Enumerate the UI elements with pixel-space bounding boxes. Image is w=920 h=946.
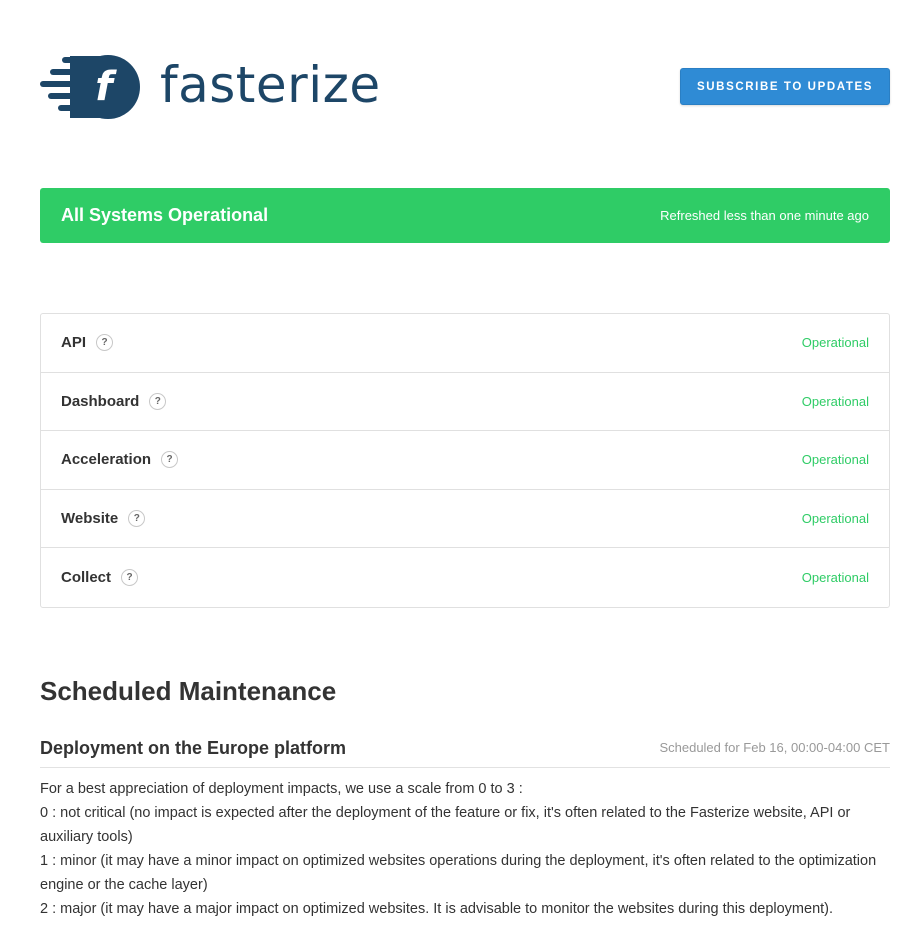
incident-line: For a best appreciation of deployment im… bbox=[40, 781, 523, 797]
incident-title-link[interactable]: Deployment on the Europe platform bbox=[40, 738, 346, 759]
status-title: All Systems Operational bbox=[61, 205, 269, 225]
component-row-collect: Collect ? Operational bbox=[41, 548, 889, 607]
help-icon[interactable]: ? bbox=[161, 451, 179, 469]
component-name: Website bbox=[61, 509, 119, 527]
incident-schedule: Scheduled for Feb 16, 00:00-04:00 CET bbox=[659, 740, 890, 755]
subscribe-button[interactable]: SUBSCRIBE TO UPDATES bbox=[680, 68, 890, 105]
component-status: Operational bbox=[801, 335, 869, 351]
page-header: f fasterize SUBSCRIBE TO UPDATES bbox=[40, 52, 890, 122]
logo-wordmark: fasterize bbox=[160, 56, 381, 114]
fasterize-logo[interactable]: f fasterize bbox=[40, 52, 381, 122]
component-row-acceleration: Acceleration ? Operational bbox=[41, 431, 889, 490]
incident-line: 2 : major (it may have a major impact on… bbox=[40, 901, 834, 917]
component-row-dashboard: Dashboard ? Operational bbox=[41, 373, 889, 431]
component-name: Dashboard bbox=[61, 392, 140, 410]
component-name: Acceleration bbox=[61, 451, 152, 469]
incident-header: Deployment on the Europe platform Schedu… bbox=[40, 736, 890, 768]
incident-line: 1 : minor (it may have a minor impact on… bbox=[40, 853, 877, 893]
scheduled-maintenance-heading: Scheduled Maintenance bbox=[40, 676, 337, 706]
component-status: Operational bbox=[801, 510, 869, 526]
component-status: Operational bbox=[801, 393, 869, 409]
help-icon[interactable]: ? bbox=[128, 509, 146, 527]
help-icon[interactable]: ? bbox=[121, 568, 139, 586]
components-list: API ? Operational Dashboard ? Operationa… bbox=[40, 313, 890, 608]
component-status: Operational bbox=[801, 569, 869, 585]
status-refreshed: Refreshed less than one minute ago bbox=[660, 208, 869, 223]
help-icon[interactable]: ? bbox=[96, 334, 114, 352]
component-name: API bbox=[61, 334, 87, 352]
component-status: Operational bbox=[801, 452, 869, 468]
fasterize-logo-icon: f bbox=[40, 55, 140, 119]
component-row-api: API ? Operational bbox=[41, 314, 889, 373]
help-icon[interactable]: ? bbox=[149, 392, 167, 410]
component-row-website: Website ? Operational bbox=[41, 490, 889, 548]
component-name: Collect bbox=[61, 568, 112, 586]
overall-status-banner: All Systems Operational Refreshed less t… bbox=[40, 188, 890, 243]
incident-body: For a best appreciation of deployment im… bbox=[40, 777, 890, 921]
incident-line: 0 : not critical (no impact is expected … bbox=[40, 805, 851, 845]
